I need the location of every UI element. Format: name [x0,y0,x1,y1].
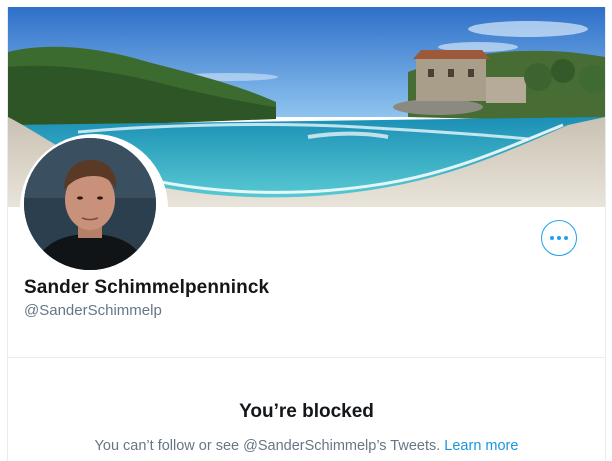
profile-avatar[interactable] [20,134,168,282]
more-horizontal-icon [550,236,568,240]
avatar-photo [24,138,156,270]
dot [564,236,568,240]
profile-display-name: Sander Schimmelpenninck [24,277,270,298]
blocked-title: You’re blocked [239,401,374,422]
dot [557,236,561,240]
blocked-message-line: You can’t follow or see @SanderSchimmelp… [8,438,605,454]
profile-page: Sander Schimmelpenninck @SanderSchimmelp… [7,7,606,461]
blocked-message: You can’t follow or see @SanderSchimmelp… [94,438,441,454]
section-divider [8,357,605,358]
dot [550,236,554,240]
person-portrait-icon [24,138,156,270]
profile-handle: @SanderSchimmelp [24,302,162,319]
learn-more-link[interactable]: Learn more [444,438,518,454]
more-options-button[interactable] [541,220,577,256]
